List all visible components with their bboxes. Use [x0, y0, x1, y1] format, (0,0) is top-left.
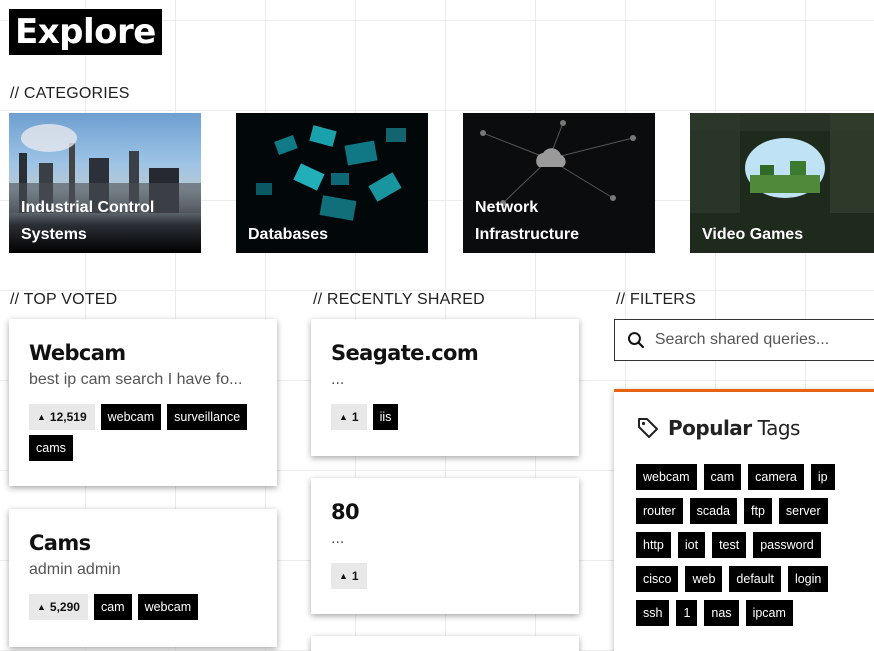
search-input[interactable] [654, 331, 874, 349]
popular-tag[interactable]: password [753, 532, 821, 558]
tag-chip[interactable]: surveillance [167, 404, 248, 430]
categories-heading: // CATEGORIES [10, 85, 130, 102]
popular-tag[interactable]: 1 [676, 600, 698, 626]
caret-up-icon: ▲ [339, 412, 348, 422]
category-label: Video Games [702, 226, 804, 243]
popular-tag[interactable]: cisco [636, 566, 679, 592]
popular-tag[interactable]: test [712, 532, 747, 558]
popular-tag[interactable]: default [729, 566, 781, 592]
category-label: Network Infrastructure [475, 199, 580, 243]
popular-tag[interactable]: camera [748, 464, 804, 490]
query-card-partial[interactable] [311, 636, 579, 651]
query-card-webcam[interactable]: Webcam best ip cam search I have fo... ▲… [9, 319, 277, 486]
popular-tag[interactable]: scada [689, 498, 738, 524]
query-description: ... [331, 371, 345, 388]
upvote-button[interactable]: ▲ 12,519 [29, 404, 95, 430]
popular-tag[interactable]: web [685, 566, 723, 592]
category-card-industrial-control-systems[interactable]: Industrial Control Systems [9, 113, 201, 253]
query-title[interactable]: Webcam [29, 339, 257, 367]
query-title[interactable]: Seagate.com [331, 339, 559, 367]
search-icon [627, 332, 644, 349]
tag-chip[interactable]: webcam [100, 404, 162, 430]
top-voted-heading: // TOP VOTED [10, 291, 118, 308]
tag-icon [638, 418, 658, 438]
query-title[interactable]: Cams [29, 529, 257, 557]
popular-tag[interactable]: server [778, 498, 828, 524]
popular-tags-heading: Popular Tags [636, 416, 874, 440]
query-card-80[interactable]: 80 ... ▲ 1 [311, 478, 579, 614]
query-description: ... [331, 530, 345, 547]
category-card-network-infrastructure[interactable]: Network Infrastructure [463, 113, 655, 253]
popular-tag[interactable]: ip [810, 464, 835, 490]
caret-up-icon: ▲ [37, 412, 46, 422]
popular-tag[interactable]: cam [703, 464, 742, 490]
upvote-button[interactable]: ▲ 1 [331, 404, 367, 430]
tag-cloud: webcam cam camera ip router scada ftp se… [636, 464, 856, 626]
popular-tag[interactable]: ssh [636, 600, 670, 626]
category-card-video-games[interactable]: Video Games [690, 113, 874, 253]
page-title: Explore [9, 9, 162, 55]
search-box[interactable] [614, 319, 874, 361]
category-card-databases[interactable]: Databases [236, 113, 428, 253]
popular-tag[interactable]: webcam [636, 464, 697, 490]
category-label: Databases [248, 226, 329, 243]
query-card-seagate[interactable]: Seagate.com ... ▲ 1 iis [311, 319, 579, 456]
query-description: admin admin [29, 561, 121, 578]
caret-up-icon: ▲ [339, 571, 348, 581]
caret-up-icon: ▲ [37, 602, 46, 612]
tag-chip[interactable]: cam [93, 594, 132, 620]
popular-tag[interactable]: iot [677, 532, 706, 558]
category-label: Industrial Control Systems [21, 199, 155, 243]
tag-chip[interactable]: webcam [137, 594, 199, 620]
recently-shared-heading: // RECENTLY SHARED [313, 291, 485, 308]
tag-chip[interactable]: iis [372, 404, 399, 430]
popular-tag[interactable]: http [636, 532, 671, 558]
popular-tag[interactable]: login [787, 566, 829, 592]
upvote-button[interactable]: ▲ 5,290 [29, 594, 88, 620]
popular-tags-panel: Popular Tags webcam cam camera ip router… [614, 389, 874, 651]
popular-tag[interactable]: ftp [744, 498, 772, 524]
popular-tag[interactable]: nas [704, 600, 739, 626]
popular-tag[interactable]: router [636, 498, 683, 524]
popular-tag[interactable]: ipcam [745, 600, 793, 626]
query-title[interactable]: 80 [331, 498, 559, 526]
query-card-cams[interactable]: Cams admin admin ▲ 5,290 cam webcam [9, 509, 277, 647]
tag-chip[interactable]: cams [29, 435, 73, 461]
upvote-button[interactable]: ▲ 1 [331, 563, 367, 589]
filters-heading: // FILTERS [616, 291, 696, 308]
query-description: best ip cam search I have fo... [29, 371, 243, 388]
